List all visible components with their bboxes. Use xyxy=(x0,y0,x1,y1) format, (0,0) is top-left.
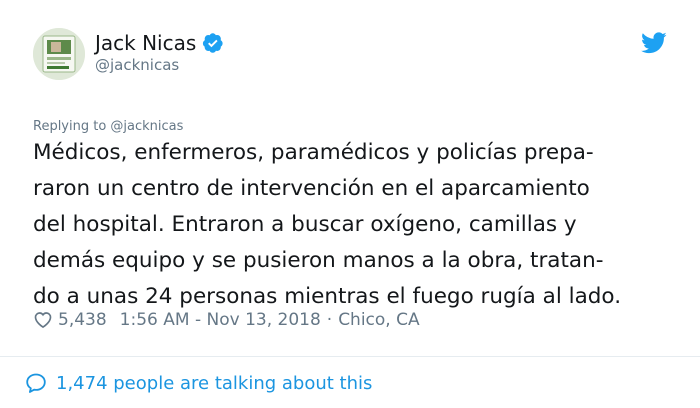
author-handle[interactable]: @jacknicas xyxy=(95,56,179,74)
talking-about-text[interactable]: 1,474 people are talking about this xyxy=(56,373,372,394)
replying-to-label: Replying to @jacknicas xyxy=(33,119,184,134)
avatar-image xyxy=(33,28,85,80)
twitter-bird-icon[interactable] xyxy=(641,32,667,54)
heart-icon[interactable] xyxy=(33,310,53,330)
avatar[interactable] xyxy=(33,28,85,80)
author-name[interactable]: Jack Nicas xyxy=(95,31,196,55)
tweet-text: Médicos, enfermeros, paramédicos y polic… xyxy=(33,135,693,315)
talking-about-link[interactable]: 1,474 people are talking about this xyxy=(24,370,372,396)
tweet-meta-row: 5,438 1:56 AM - Nov 13, 2018 · Chico, CA xyxy=(33,307,420,333)
tweet-text-line: raron un centro de intervención en el ap… xyxy=(33,176,590,201)
meta-separator: · xyxy=(326,310,333,330)
like-count[interactable]: 5,438 xyxy=(58,310,107,330)
tweet-timestamp[interactable]: 1:56 AM - Nov 13, 2018 xyxy=(120,310,321,330)
speech-bubble-icon xyxy=(26,373,46,393)
tweet-text-line: Médicos, enfermeros, paramédicos y polic… xyxy=(33,140,594,165)
verified-badge-icon xyxy=(203,33,223,53)
tweet-location[interactable]: Chico, CA xyxy=(338,310,419,330)
tweet-text-line: del hospital. Entraron a buscar oxígeno,… xyxy=(33,212,577,237)
author-name-row[interactable]: Jack Nicas xyxy=(95,30,224,56)
tweet-text-line: demás equipo y se pusieron manos a la ob… xyxy=(33,248,604,273)
divider xyxy=(0,356,700,357)
